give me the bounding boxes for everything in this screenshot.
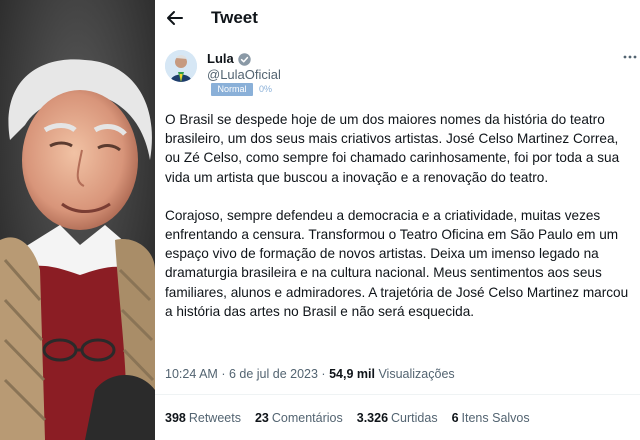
meta-separator-2: · xyxy=(321,367,326,381)
tweet-paragraph-2: Corajoso, sempre defendeu a democracia e… xyxy=(165,207,629,319)
saved-label: Itens Salvos xyxy=(461,411,530,425)
retweets-stat[interactable]: 398 Retweets xyxy=(165,410,241,426)
author-handle[interactable]: @LulaOficial xyxy=(207,67,281,83)
status-badge: Normal xyxy=(211,83,253,96)
likes-label: Curtidas xyxy=(391,411,438,425)
tweet-stats: 398 Retweets 23 Comentários 3.326 Curtidas … xyxy=(165,410,530,426)
likes-stat[interactable]: 3.326 Curtidas xyxy=(357,410,438,426)
retweets-count: 398 xyxy=(165,411,186,425)
profile-photo xyxy=(0,0,155,440)
comments-label: Comentários xyxy=(271,411,343,425)
retweets-label: Retweets xyxy=(188,411,241,425)
tweet-text: O Brasil se despede hoje de um dos maior… xyxy=(165,110,635,321)
verified-badge-icon xyxy=(238,52,251,66)
tweet-meta: 10:24 AM · 6 de jul de 2023 · 54,9 mil V… xyxy=(165,366,455,382)
author-name-row: Lula xyxy=(207,51,251,67)
saved-stat[interactable]: 6 Itens Salvos xyxy=(452,410,530,426)
saved-count: 6 xyxy=(451,411,459,425)
author-name[interactable]: Lula xyxy=(207,51,234,67)
avatar[interactable] xyxy=(165,50,197,82)
arrow-left-icon[interactable] xyxy=(165,8,185,28)
tweet-time[interactable]: 10:24 AM xyxy=(165,367,218,381)
meta-separator-1: · xyxy=(221,367,226,381)
likes-count: 3.326 xyxy=(356,411,389,425)
more-horizontal-icon[interactable] xyxy=(622,49,638,65)
tweet-date[interactable]: 6 de jul de 2023 xyxy=(229,367,318,381)
tweet-paragraph-1: O Brasil se despede hoje de um dos maior… xyxy=(165,112,620,185)
comments-stat[interactable]: 23 Comentários xyxy=(255,410,343,426)
tweet-header: Tweet xyxy=(155,0,640,36)
views-count: 54,9 mil xyxy=(329,367,375,381)
percent-label: 0% xyxy=(259,84,273,94)
comments-count: 23 xyxy=(254,411,269,425)
tweet-panel: Tweet Lula @LulaOficial Normal 0% O Bras… xyxy=(155,0,640,440)
views-label[interactable]: Visualizações xyxy=(378,367,454,381)
divider xyxy=(155,394,640,395)
page-title: Tweet xyxy=(211,8,258,27)
